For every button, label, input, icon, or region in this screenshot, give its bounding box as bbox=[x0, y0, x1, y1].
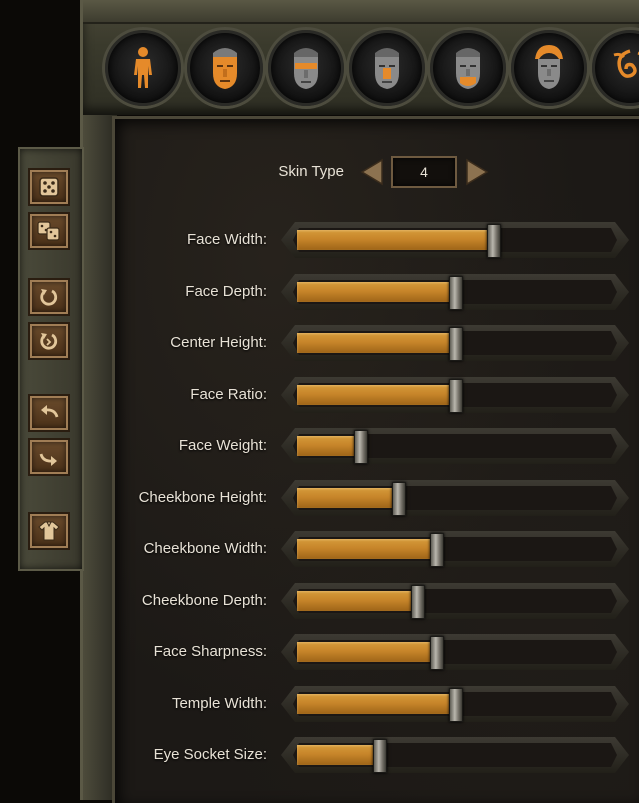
slider-fill bbox=[297, 642, 436, 662]
slider-handle[interactable] bbox=[487, 224, 501, 258]
skin-type-label: Skin Type bbox=[278, 163, 344, 180]
slider-fill bbox=[297, 745, 379, 765]
randomize-icon bbox=[39, 177, 59, 197]
skin-prev-arrow-icon[interactable] bbox=[360, 158, 384, 186]
eyes-icon bbox=[294, 48, 318, 89]
slider-handle[interactable] bbox=[449, 276, 463, 310]
tattoo-icon bbox=[613, 49, 639, 78]
tab-face[interactable] bbox=[187, 30, 263, 106]
slider-handle[interactable] bbox=[392, 482, 406, 516]
nose-icon bbox=[375, 48, 399, 89]
tab-mouth[interactable] bbox=[430, 30, 506, 106]
face-icon bbox=[213, 48, 237, 89]
slider-label: Face Sharpness: bbox=[153, 643, 267, 660]
slider-fill bbox=[297, 282, 455, 302]
slider-label: Cheekbone Depth: bbox=[141, 592, 267, 609]
slider-handle[interactable] bbox=[430, 533, 444, 567]
randomize-all-button[interactable] bbox=[30, 214, 68, 248]
slider-label: Center Height: bbox=[170, 334, 267, 351]
slider-fill bbox=[297, 333, 455, 353]
slider-label: Cheekbone Height: bbox=[138, 489, 267, 506]
undo-icon bbox=[41, 405, 59, 418]
randomize-all-icon bbox=[37, 221, 60, 241]
reset-button[interactable] bbox=[30, 280, 68, 314]
slider-fill bbox=[297, 488, 398, 508]
tab-eyes[interactable] bbox=[268, 30, 344, 106]
clothing-button[interactable] bbox=[30, 514, 68, 548]
left-toolbar bbox=[18, 147, 84, 571]
slider-fill bbox=[297, 230, 493, 250]
slider-handle[interactable] bbox=[411, 585, 425, 619]
skin-next-arrow-icon[interactable] bbox=[465, 158, 489, 186]
slider-fill bbox=[297, 694, 455, 714]
slider-handle[interactable] bbox=[430, 636, 444, 670]
slider-fill bbox=[297, 591, 417, 611]
slider-handle[interactable] bbox=[449, 379, 463, 413]
slider-label: Face Ratio: bbox=[190, 386, 267, 403]
slider-fill bbox=[297, 436, 360, 456]
slider-handle[interactable] bbox=[354, 430, 368, 464]
body-icon bbox=[134, 47, 152, 88]
slider-label: Cheekbone Width: bbox=[143, 540, 267, 557]
slider-label: Eye Socket Size: bbox=[153, 746, 267, 763]
undo-button[interactable] bbox=[30, 396, 68, 430]
redo-icon bbox=[39, 453, 57, 466]
slider-label: Face Weight: bbox=[178, 437, 267, 454]
slider-handle[interactable] bbox=[449, 688, 463, 722]
clothing-icon bbox=[38, 521, 60, 541]
slider-fill bbox=[297, 385, 455, 405]
tab-hair[interactable] bbox=[511, 30, 587, 106]
slider-label: Face Depth: bbox=[185, 283, 267, 300]
mouth-icon bbox=[456, 48, 480, 89]
slider-label: Temple Width: bbox=[171, 695, 267, 712]
slider-handle[interactable] bbox=[449, 327, 463, 361]
hair-icon bbox=[535, 45, 563, 89]
tab-nose[interactable] bbox=[349, 30, 425, 106]
reset-icon bbox=[40, 289, 58, 306]
reset-all-button[interactable] bbox=[30, 324, 68, 358]
slider-label: Face Width: bbox=[186, 231, 267, 248]
randomize-button[interactable] bbox=[30, 170, 68, 204]
redo-button[interactable] bbox=[30, 440, 68, 474]
reset-all-icon bbox=[40, 333, 58, 350]
skin-type-value: 4 bbox=[391, 156, 457, 188]
slider-fill bbox=[297, 539, 436, 559]
slider-handle[interactable] bbox=[373, 739, 387, 773]
tab-body[interactable] bbox=[105, 30, 181, 106]
